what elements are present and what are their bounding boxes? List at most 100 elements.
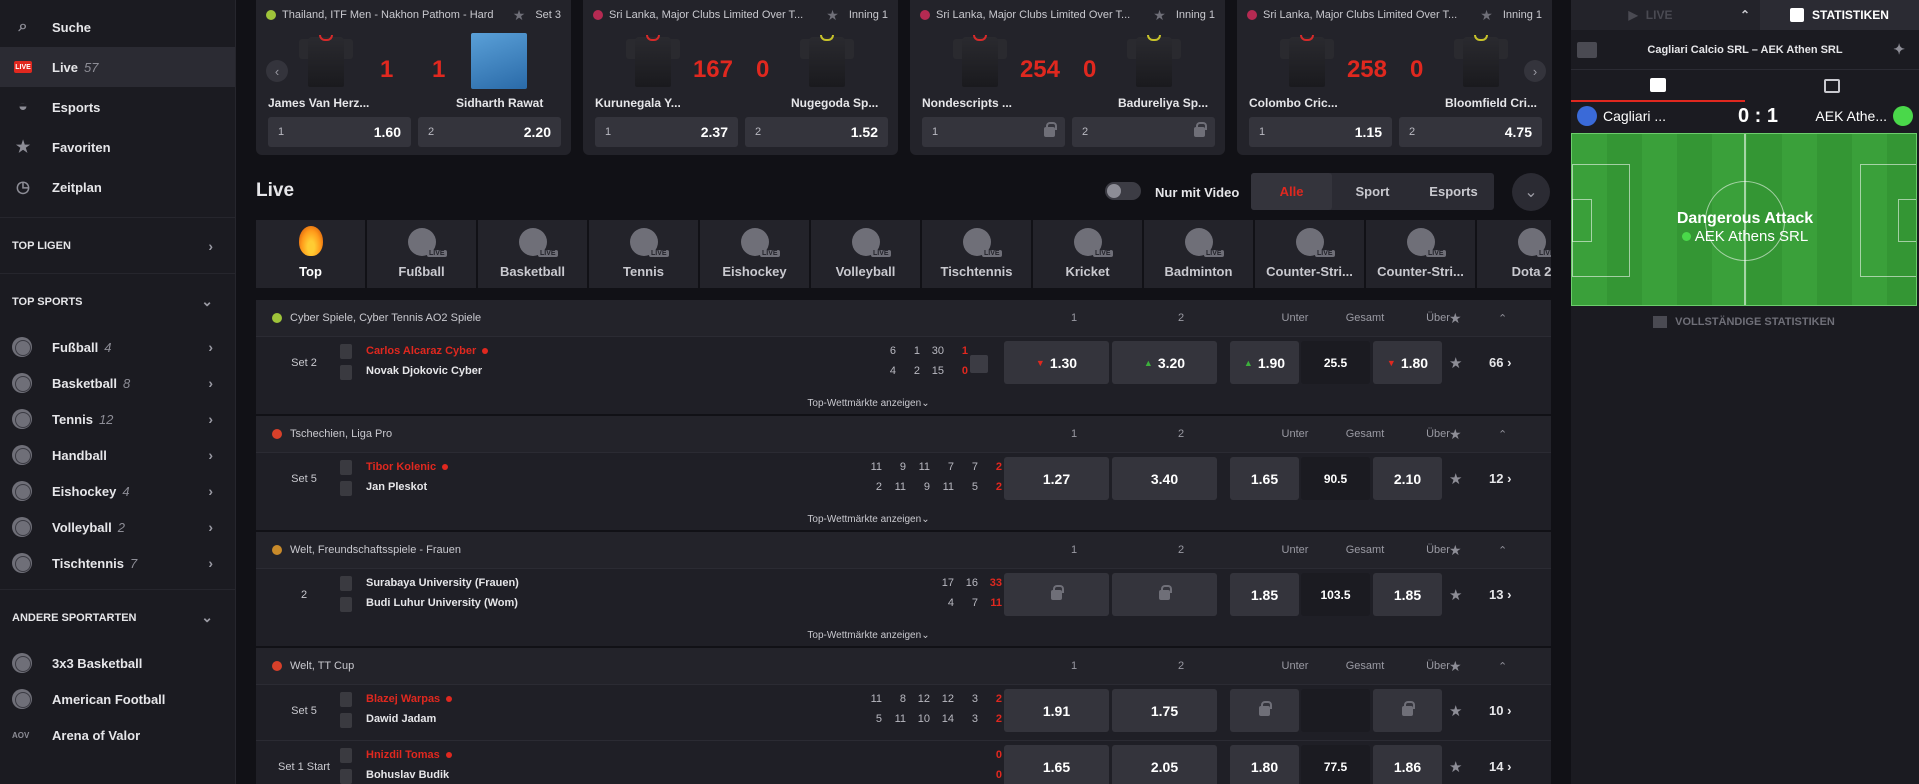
odds-button[interactable]: 1 2.37 xyxy=(595,117,738,147)
odds-button[interactable]: 77.5 xyxy=(1301,745,1370,784)
odds-button[interactable]: 2 1.52 xyxy=(745,117,888,147)
section-top-leagues[interactable]: TOP LIGEN › xyxy=(0,217,235,273)
star-icon[interactable]: ★ xyxy=(1449,470,1462,488)
star-icon[interactable]: ★ xyxy=(513,7,526,24)
view-tab-live[interactable] xyxy=(1571,70,1745,102)
tab-statistics[interactable]: STATISTIKEN xyxy=(1760,0,1919,30)
tv-icon[interactable] xyxy=(1577,42,1597,58)
live-match-card[interactable]: Thailand, ITF Men - Nakhon Pathom - Hard… xyxy=(256,0,571,155)
event-row[interactable]: Set 2 Carlos Alcaraz Cyber Novak Djokovic … xyxy=(256,336,1551,392)
odds-button[interactable]: 1 xyxy=(922,117,1065,147)
sport-item[interactable]: American Football xyxy=(0,681,235,717)
odds-button[interactable]: 2 2.20 xyxy=(418,117,561,147)
pin-icon[interactable]: ✦ xyxy=(1893,41,1905,58)
carousel-prev-button[interactable]: ‹ xyxy=(266,60,288,82)
odds-button[interactable]: 1.85 xyxy=(1373,573,1442,616)
star-icon[interactable]: ★ xyxy=(1449,542,1462,559)
star-icon[interactable]: ★ xyxy=(1480,7,1493,24)
odds-button[interactable]: 1 1.60 xyxy=(268,117,411,147)
sport-item[interactable]: Basketball 8 › xyxy=(0,365,235,401)
sport-item[interactable]: Volleyball 2 › xyxy=(0,509,235,545)
chevron-up-icon[interactable]: ⌃ xyxy=(1498,428,1507,441)
sport-tab[interactable]: LIVE Volleyball xyxy=(811,220,922,288)
odds-button[interactable]: 2.10 xyxy=(1373,457,1442,500)
section-other-sports[interactable]: ANDERE SPORTARTEN ⌄ xyxy=(0,589,235,645)
odds-button[interactable]: 1.65 xyxy=(1004,745,1109,784)
top-markets-link[interactable]: Top-Wettmärkte anzeigen ⌄ xyxy=(256,392,1551,414)
live-match-card[interactable]: Sri Lanka, Major Clubs Limited Over T...… xyxy=(1237,0,1552,155)
odds-button[interactable]: 2 4.75 xyxy=(1399,117,1542,147)
chevron-up-icon[interactable]: ⌃ xyxy=(1498,544,1507,557)
star-icon[interactable]: ★ xyxy=(1449,758,1462,776)
sport-tab[interactable]: Top xyxy=(256,220,367,288)
sport-tab[interactable]: LIVE Basketball xyxy=(478,220,589,288)
top-markets-link[interactable]: Top-Wettmärkte anzeigen ⌄ xyxy=(256,624,1551,646)
odds-button[interactable] xyxy=(1230,689,1299,732)
sport-tab[interactable]: LIVE Counter-Stri... xyxy=(1255,220,1366,288)
odds-button[interactable] xyxy=(1112,573,1217,616)
sport-item[interactable]: Handball › xyxy=(0,437,235,473)
sport-tab[interactable]: LIVE Counter-Stri... xyxy=(1366,220,1477,288)
filter-all[interactable]: Alle xyxy=(1251,173,1332,210)
odds-button[interactable]: 25.5 xyxy=(1301,341,1370,384)
odds-button[interactable]: 1.80 xyxy=(1230,745,1299,784)
sport-item[interactable]: Fußball 4 › xyxy=(0,329,235,365)
sport-item[interactable]: 3x3 Basketball xyxy=(0,645,235,681)
event-row[interactable]: Set 5 Tibor Kolenic Jan Pleskot 11 9 11 7 7 2 2 11… xyxy=(256,452,1551,508)
star-icon[interactable]: ★ xyxy=(1449,586,1462,604)
odds-button[interactable]: 2 xyxy=(1072,117,1215,147)
odds-button[interactable]: 1.85 xyxy=(1230,573,1299,616)
more-markets-link[interactable]: 10 › xyxy=(1489,703,1511,718)
more-markets-link[interactable]: 13 › xyxy=(1489,587,1511,602)
sport-item[interactable]: Tischtennis 7 › xyxy=(0,545,235,581)
star-icon[interactable]: ★ xyxy=(1449,702,1462,720)
sport-item[interactable]: Tennis 12 › xyxy=(0,401,235,437)
sport-tab[interactable]: LIVE Tischtennis xyxy=(922,220,1033,288)
odds-button[interactable]: 1.27 xyxy=(1004,457,1109,500)
odds-button[interactable]: 1 1.15 xyxy=(1249,117,1392,147)
filter-esports[interactable]: Esports xyxy=(1413,173,1494,210)
nav-live[interactable]: LIVE Live 57 xyxy=(0,47,235,87)
live-match-card[interactable]: Sri Lanka, Major Clubs Limited Over T...… xyxy=(583,0,898,155)
nav-schedule[interactable]: ◷ Zeitplan xyxy=(0,167,235,207)
filter-sport[interactable]: Sport xyxy=(1332,173,1413,210)
chevron-up-icon[interactable]: ⌃ xyxy=(1498,312,1507,325)
collapse-button[interactable]: ⌄ xyxy=(1512,173,1550,211)
nav-search[interactable]: ⌕ Suche xyxy=(0,7,235,47)
star-icon[interactable]: ★ xyxy=(1449,310,1462,327)
sport-tab[interactable]: LIVE Badminton xyxy=(1144,220,1255,288)
video-toggle[interactable] xyxy=(1105,182,1141,200)
star-icon[interactable]: ★ xyxy=(826,7,839,24)
sport-tab[interactable]: LIVE Kricket xyxy=(1033,220,1144,288)
star-icon[interactable]: ★ xyxy=(1153,7,1166,24)
section-top-sports[interactable]: TOP SPORTS ⌄ xyxy=(0,273,235,329)
odds-button[interactable] xyxy=(1373,689,1442,732)
stats-icon[interactable] xyxy=(970,355,988,373)
sport-tab[interactable]: LIVE Dota 2 xyxy=(1477,220,1551,288)
live-match-card[interactable]: Sri Lanka, Major Clubs Limited Over T...… xyxy=(910,0,1225,155)
odds-button[interactable]: 90.5 xyxy=(1301,457,1370,500)
event-row[interactable]: 2 Surabaya University (Frauen) Budi Luhur … xyxy=(256,568,1551,624)
chevron-up-icon[interactable]: ⌃ xyxy=(1730,0,1760,30)
odds-button[interactable]: 3.40 xyxy=(1112,457,1217,500)
nav-esports[interactable]: ◒ Esports xyxy=(0,87,235,127)
more-markets-link[interactable]: 66 › xyxy=(1489,355,1511,370)
sport-item[interactable]: Eishockey 4 › xyxy=(0,473,235,509)
star-icon[interactable]: ★ xyxy=(1449,354,1462,372)
odds-button[interactable]: ▼ 1.30 xyxy=(1004,341,1109,384)
full-stats-link[interactable]: VOLLSTÄNDIGE STATISTIKEN xyxy=(1571,306,1917,338)
odds-button[interactable]: ▲ 1.90 xyxy=(1230,341,1299,384)
odds-button[interactable]: 1.86 xyxy=(1373,745,1442,784)
odds-button[interactable]: 103.5 xyxy=(1301,573,1370,616)
nav-favorites[interactable]: ★ Favoriten xyxy=(0,127,235,167)
view-tab-stats[interactable] xyxy=(1745,70,1919,102)
odds-button[interactable]: 1.91 xyxy=(1004,689,1109,732)
odds-button[interactable] xyxy=(1004,573,1109,616)
sport-tab[interactable]: LIVE Fußball xyxy=(367,220,478,288)
tab-live[interactable]: ▶ LIVE xyxy=(1571,0,1730,30)
more-markets-link[interactable]: 12 › xyxy=(1489,471,1511,486)
odds-button[interactable]: 1.75 xyxy=(1112,689,1217,732)
sport-tab[interactable]: LIVE Tennis xyxy=(589,220,700,288)
chevron-up-icon[interactable]: ⌃ xyxy=(1498,660,1507,673)
event-row[interactable]: Set 5 Blazej Warpas Dawid Jadam 11 8 12 12 3 2 5 1… xyxy=(256,684,1551,740)
